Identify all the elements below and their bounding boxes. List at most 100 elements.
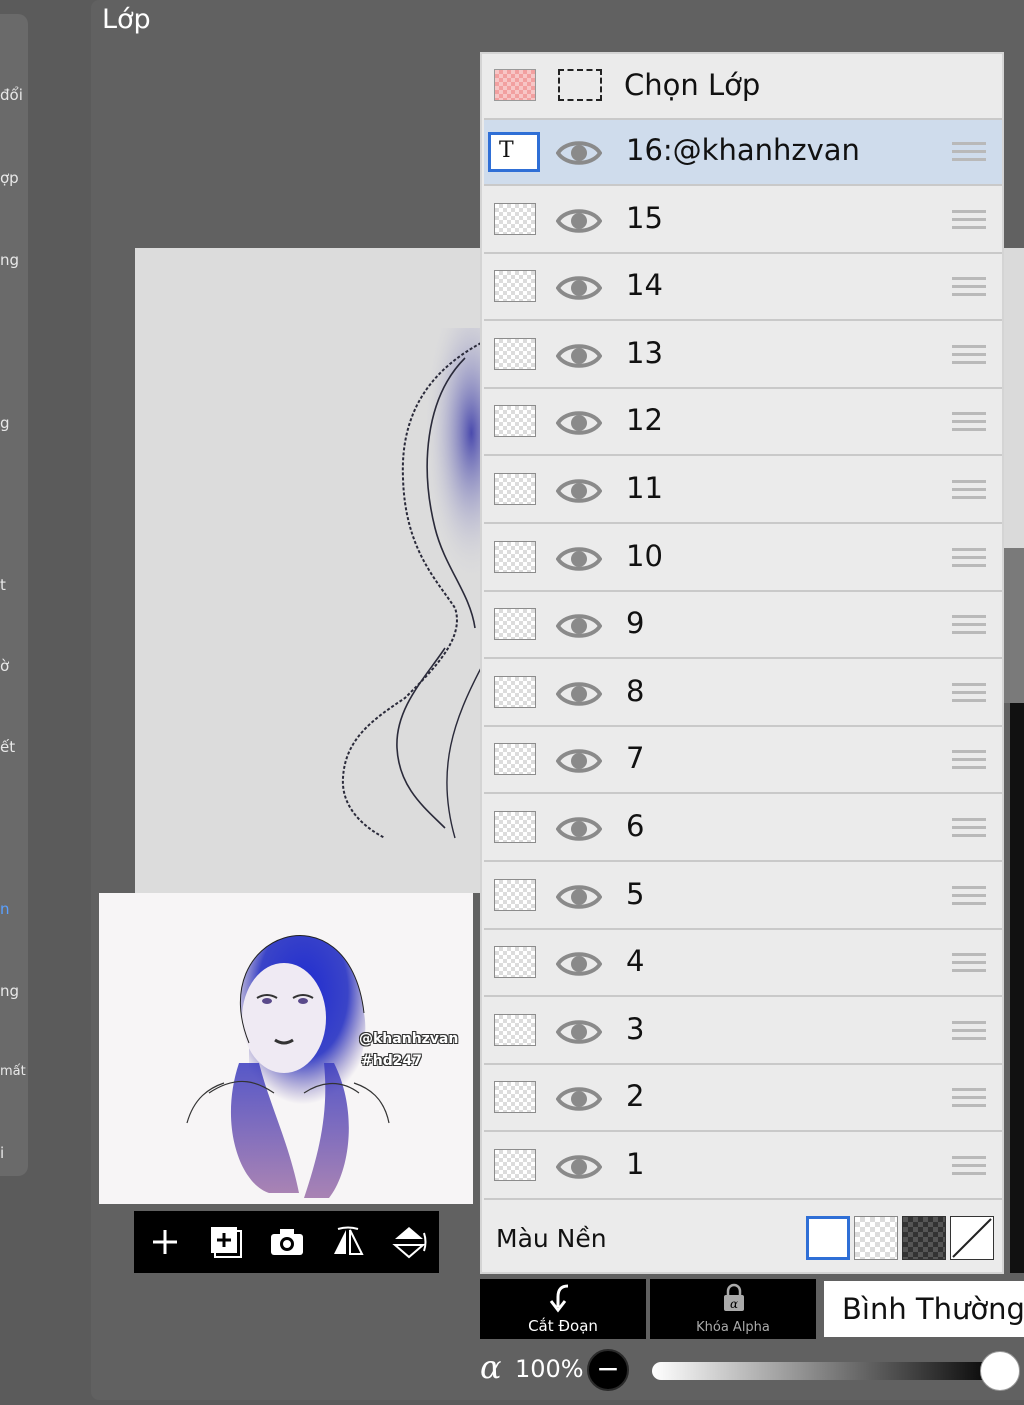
- drag-handle-icon[interactable]: [952, 1156, 986, 1182]
- flip-vertical-icon[interactable]: [386, 1219, 432, 1265]
- selection-marquee-icon[interactable]: [558, 69, 602, 101]
- layer-thumbnail: T: [488, 132, 540, 172]
- side-menu-item[interactable]: ợp: [0, 169, 19, 187]
- visibility-eye-icon[interactable]: [555, 812, 603, 846]
- visibility-eye-icon[interactable]: [555, 136, 603, 170]
- drag-handle-icon[interactable]: [952, 885, 986, 912]
- layer-row[interactable]: 2: [484, 1066, 1002, 1133]
- side-menu-item[interactable]: n: [0, 900, 10, 918]
- layer-row[interactable]: 13: [484, 322, 1002, 389]
- drag-handle-icon[interactable]: [952, 142, 986, 168]
- drag-handle-icon[interactable]: [952, 615, 986, 641]
- visibility-eye-icon[interactable]: [555, 339, 603, 373]
- drag-handle-icon[interactable]: [952, 412, 986, 438]
- drag-handle-icon[interactable]: [952, 1088, 986, 1114]
- flip-horizontal-icon[interactable]: [325, 1219, 371, 1265]
- visibility-eye-icon[interactable]: [555, 1015, 603, 1049]
- visibility-eye-icon[interactable]: [555, 1082, 603, 1116]
- visibility-eye-icon[interactable]: [555, 609, 603, 643]
- visibility-eye-icon[interactable]: [555, 204, 603, 238]
- visibility-eye-icon[interactable]: [555, 1150, 603, 1184]
- side-menu-item[interactable]: i: [0, 1144, 4, 1162]
- layer-name: 6: [626, 809, 645, 843]
- visibility-eye-icon[interactable]: [555, 677, 603, 711]
- layer-row[interactable]: T 16:@khanhzvan: [484, 120, 1002, 186]
- layer-name: 7: [626, 741, 645, 776]
- side-menu-item[interactable]: mất: [0, 1064, 26, 1079]
- layer-list: Chọn Lớp T 16:@khanhzvan 15 14 13 12 11 10 9 8 7 6 5…: [480, 52, 1004, 1274]
- visibility-eye-icon[interactable]: [555, 271, 603, 305]
- camera-icon[interactable]: [264, 1219, 310, 1265]
- drag-handle-icon[interactable]: [952, 480, 986, 506]
- canvas-preview[interactable]: [135, 248, 482, 893]
- opacity-value: 100%: [515, 1355, 584, 1383]
- layer-row[interactable]: 12: [484, 390, 1002, 457]
- side-menu: đổi ợp ng g t ờ ết n ng mất i: [0, 14, 28, 1176]
- visibility-eye-icon[interactable]: [555, 474, 603, 508]
- bg-dark-swatch[interactable]: [902, 1216, 946, 1260]
- drag-handle-icon[interactable]: [952, 277, 986, 303]
- bg-transparent-swatch[interactable]: [854, 1216, 898, 1260]
- drag-handle-icon[interactable]: [952, 682, 986, 709]
- layer-thumbnail: [494, 405, 536, 438]
- drag-handle-icon[interactable]: [952, 953, 986, 979]
- layer-row[interactable]: 6: [484, 796, 1002, 862]
- opacity-slider[interactable]: [652, 1362, 1002, 1380]
- side-menu-item[interactable]: ng: [0, 982, 19, 1000]
- layer-name: 9: [626, 606, 645, 641]
- opacity-decrease-button[interactable]: −: [587, 1349, 629, 1391]
- drag-handle-icon[interactable]: [952, 209, 986, 236]
- plus-icon[interactable]: [142, 1219, 188, 1265]
- side-menu-item[interactable]: ết: [0, 738, 15, 756]
- layer-thumbnail: [494, 270, 536, 303]
- clipping-button[interactable]: Cắt Đoạn: [480, 1279, 646, 1339]
- layer-row[interactable]: 10: [484, 525, 1002, 592]
- drag-handle-icon[interactable]: [952, 344, 986, 371]
- layer-row[interactable]: 9: [484, 593, 1002, 660]
- layer-thumbnail: [494, 337, 536, 370]
- layer-row[interactable]: 3: [484, 998, 1002, 1065]
- canvas-edge: [1004, 548, 1024, 703]
- side-menu-item[interactable]: ng: [0, 251, 19, 269]
- layer-name: 5: [626, 876, 645, 911]
- opacity-symbol: α: [480, 1348, 502, 1386]
- layer-row[interactable]: 1: [484, 1134, 1002, 1200]
- side-menu-item[interactable]: đổi: [0, 86, 23, 104]
- drag-handle-icon[interactable]: [952, 750, 986, 776]
- bg-none-swatch[interactable]: [950, 1216, 994, 1260]
- drag-handle-icon[interactable]: [952, 818, 986, 844]
- layer-thumbnail: [494, 608, 536, 641]
- visibility-eye-icon[interactable]: [555, 880, 603, 914]
- layer-row[interactable]: 8: [484, 660, 1002, 727]
- layer-thumbnail: [494, 878, 536, 911]
- layer-name: 10: [626, 538, 663, 573]
- layer-row[interactable]: 5: [484, 863, 1002, 930]
- layer-row[interactable]: 4: [484, 931, 1002, 998]
- canvas-thumbnail[interactable]: @khanhzvan #hd247: [99, 893, 473, 1204]
- visibility-eye-icon[interactable]: [555, 542, 603, 576]
- add-layer-icon[interactable]: [203, 1219, 249, 1265]
- layer-row[interactable]: 11: [484, 458, 1002, 524]
- layer-thumbnail: [494, 811, 536, 843]
- layer-row[interactable]: 15: [484, 187, 1002, 254]
- text-layer-icon: T: [499, 138, 514, 163]
- visibility-eye-icon[interactable]: [555, 744, 603, 778]
- visibility-eye-icon[interactable]: [555, 947, 603, 981]
- layer-row[interactable]: 7: [484, 728, 1002, 795]
- clipping-label: Cắt Đoạn: [528, 1317, 598, 1335]
- opacity-slider-handle[interactable]: [980, 1351, 1020, 1391]
- layer-name: 13: [626, 335, 663, 370]
- select-layer-row[interactable]: Chọn Lớp: [484, 54, 1002, 120]
- layer-name: 1: [626, 1147, 645, 1181]
- alpha-lock-button[interactable]: α Khóa Alpha: [650, 1279, 816, 1339]
- layer-thumbnail: [494, 1081, 536, 1114]
- side-menu-item[interactable]: t: [0, 576, 6, 594]
- visibility-eye-icon[interactable]: [555, 406, 603, 440]
- drag-handle-icon[interactable]: [952, 1020, 986, 1047]
- drag-handle-icon[interactable]: [952, 547, 986, 574]
- bg-white-swatch[interactable]: [806, 1216, 850, 1260]
- blend-mode-select[interactable]: Bình Thường: [824, 1281, 1024, 1337]
- side-menu-item[interactable]: g: [0, 414, 10, 432]
- side-menu-item[interactable]: ờ: [0, 657, 9, 675]
- layer-row[interactable]: 14: [484, 255, 1002, 322]
